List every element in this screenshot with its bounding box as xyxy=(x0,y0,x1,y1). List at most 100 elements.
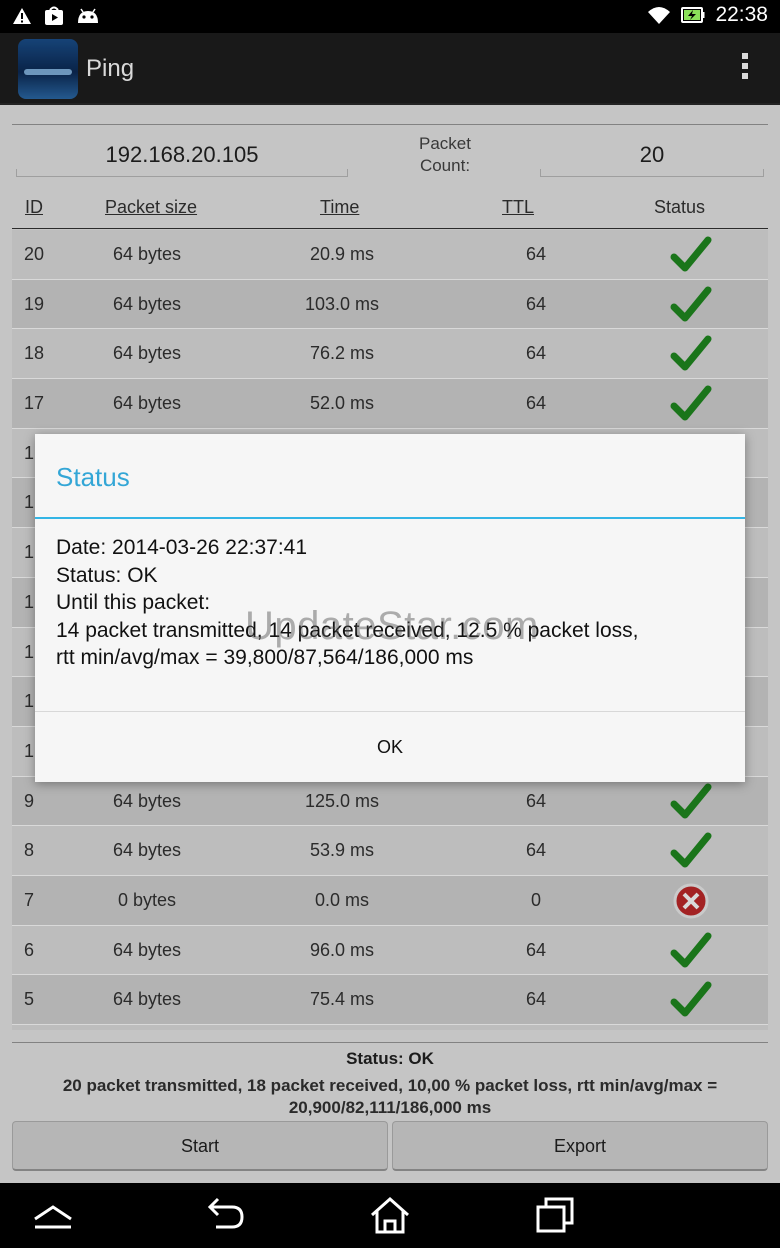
recent-apps-icon[interactable] xyxy=(534,1195,578,1235)
row-time: 75.4 ms xyxy=(309,989,375,1010)
packet-count-label: Packet Count: xyxy=(400,133,490,177)
column-header-packet-size[interactable]: Packet size xyxy=(105,197,197,218)
row-ttl: 0 xyxy=(530,889,541,910)
table-row[interactable]: 17 64 bytes 52.0 ms 64 xyxy=(12,379,768,429)
row-packet-size: 64 bytes xyxy=(112,244,182,264)
dialog-message: Date: 2014-03-26 22:37:41 Status: OK Unt… xyxy=(56,534,736,672)
success-check-icon xyxy=(670,831,720,871)
row-ttl: 64 xyxy=(525,244,547,264)
column-header-time[interactable]: Time xyxy=(320,197,359,218)
table-row[interactable]: 9 64 bytes 125.0 ms 64 xyxy=(12,776,768,827)
column-header-status: Status xyxy=(654,197,706,217)
row-time: 125.0 ms xyxy=(304,790,380,811)
success-check-icon xyxy=(670,980,720,1020)
packet-count-label-line1: Packet xyxy=(419,134,471,153)
table-row[interactable]: 18 64 bytes 76.2 ms 64 xyxy=(12,329,768,380)
row-ttl: 64 xyxy=(525,393,547,414)
status-dialog: Status Date: 2014-03-26 22:37:41 Status:… xyxy=(35,434,745,782)
packet-count-label-line2: Count: xyxy=(419,156,471,175)
table-row[interactable]: 7 0 bytes 0.0 ms 0 xyxy=(12,875,768,926)
row-packet-size: 64 bytes xyxy=(112,989,182,1010)
table-row[interactable] xyxy=(12,1025,768,1030)
app-logo-icon[interactable] xyxy=(18,39,78,99)
row-id: 17 xyxy=(24,393,45,414)
divider xyxy=(12,1042,768,1043)
host-input-underline xyxy=(16,169,348,177)
battery-charging-icon xyxy=(681,7,705,23)
row-ttl: 64 xyxy=(525,840,547,861)
ok-button[interactable]: OK xyxy=(35,712,745,782)
clock-time: 22:38 xyxy=(715,3,768,26)
dialog-status: Status: OK xyxy=(56,563,158,587)
collapse-icon[interactable] xyxy=(31,1195,75,1235)
row-time: 52.0 ms xyxy=(309,393,375,414)
row-id: 9 xyxy=(24,790,35,811)
row-id: 19 xyxy=(24,293,45,314)
row-time: 0.0 ms xyxy=(314,889,370,910)
play-store-icon xyxy=(45,6,63,25)
table-header: ID Packet size Time TTL Status xyxy=(12,191,768,229)
start-button[interactable]: Start xyxy=(12,1121,388,1171)
row-ttl: 64 xyxy=(525,790,547,811)
row-packet-size: 64 bytes xyxy=(112,293,182,314)
row-packet-size: 64 bytes xyxy=(112,393,182,414)
row-id: 6 xyxy=(24,939,35,960)
android-icon xyxy=(78,8,98,23)
row-ttl: 64 xyxy=(525,293,547,314)
table-row[interactable]: 19 64 bytes 103.0 ms 64 xyxy=(12,279,768,330)
row-id: 8 xyxy=(24,840,35,861)
packet-count-underline xyxy=(540,169,764,177)
table-row[interactable]: 20 64 bytes 20.9 ms 64 xyxy=(12,230,768,280)
success-check-icon xyxy=(670,782,720,822)
overflow-menu-icon[interactable] xyxy=(740,53,750,85)
success-check-icon xyxy=(670,931,720,971)
table-row[interactable]: 8 64 bytes 53.9 ms 64 xyxy=(12,826,768,876)
back-icon[interactable] xyxy=(202,1195,246,1235)
row-ttl: 64 xyxy=(525,989,547,1010)
wifi-icon xyxy=(648,7,671,24)
app-title: Ping xyxy=(86,55,135,82)
row-id: 18 xyxy=(24,343,45,364)
row-id: 1 xyxy=(24,442,35,463)
summary-text: 20 packet transmitted, 18 packet receive… xyxy=(62,1076,718,1117)
row-packet-size: 64 bytes xyxy=(112,790,182,811)
row-packet-size: 64 bytes xyxy=(112,343,182,364)
row-ttl: 64 xyxy=(525,343,547,364)
row-id: 7 xyxy=(24,889,35,910)
row-ttl: 64 xyxy=(525,939,547,960)
export-button[interactable]: Export xyxy=(392,1121,768,1171)
row-time: 53.9 ms xyxy=(309,840,375,861)
success-check-icon xyxy=(670,235,720,275)
row-time: 103.0 ms xyxy=(304,293,380,314)
success-check-icon xyxy=(670,384,720,424)
success-check-icon xyxy=(670,285,720,325)
row-id: 5 xyxy=(24,989,35,1010)
summary-status: Status: OK xyxy=(346,1049,434,1068)
warning-icon xyxy=(13,8,31,24)
failure-x-icon xyxy=(670,881,720,921)
row-time: 20.9 ms xyxy=(309,244,375,264)
home-icon[interactable] xyxy=(368,1195,412,1235)
dialog-date: Date: 2014-03-26 22:37:41 xyxy=(56,536,308,559)
row-packet-size: 64 bytes xyxy=(112,939,182,960)
divider xyxy=(12,124,768,125)
table-row[interactable]: 5 64 bytes 75.4 ms 64 xyxy=(12,975,768,1025)
row-id: 20 xyxy=(24,244,45,264)
dialog-title-divider xyxy=(35,517,745,519)
row-time: 76.2 ms xyxy=(309,343,375,364)
action-bar: Ping xyxy=(0,33,780,105)
row-id: 1 xyxy=(24,591,35,612)
row-id: 1 xyxy=(24,740,35,761)
row-id: 1 xyxy=(24,691,35,712)
success-check-icon xyxy=(670,334,720,374)
row-time: 96.0 ms xyxy=(309,939,375,960)
column-header-ttl[interactable]: TTL xyxy=(502,197,534,218)
dialog-title: Status xyxy=(56,462,130,492)
row-id: 1 xyxy=(24,641,35,662)
row-packet-size: 0 bytes xyxy=(117,889,177,910)
watermark: UpdateStar.com xyxy=(245,604,539,648)
row-id: 1 xyxy=(24,542,35,563)
column-header-id[interactable]: ID xyxy=(25,197,43,218)
table-row[interactable]: 6 64 bytes 96.0 ms 64 xyxy=(12,925,768,976)
system-status-bar: 22:38 xyxy=(0,0,780,33)
